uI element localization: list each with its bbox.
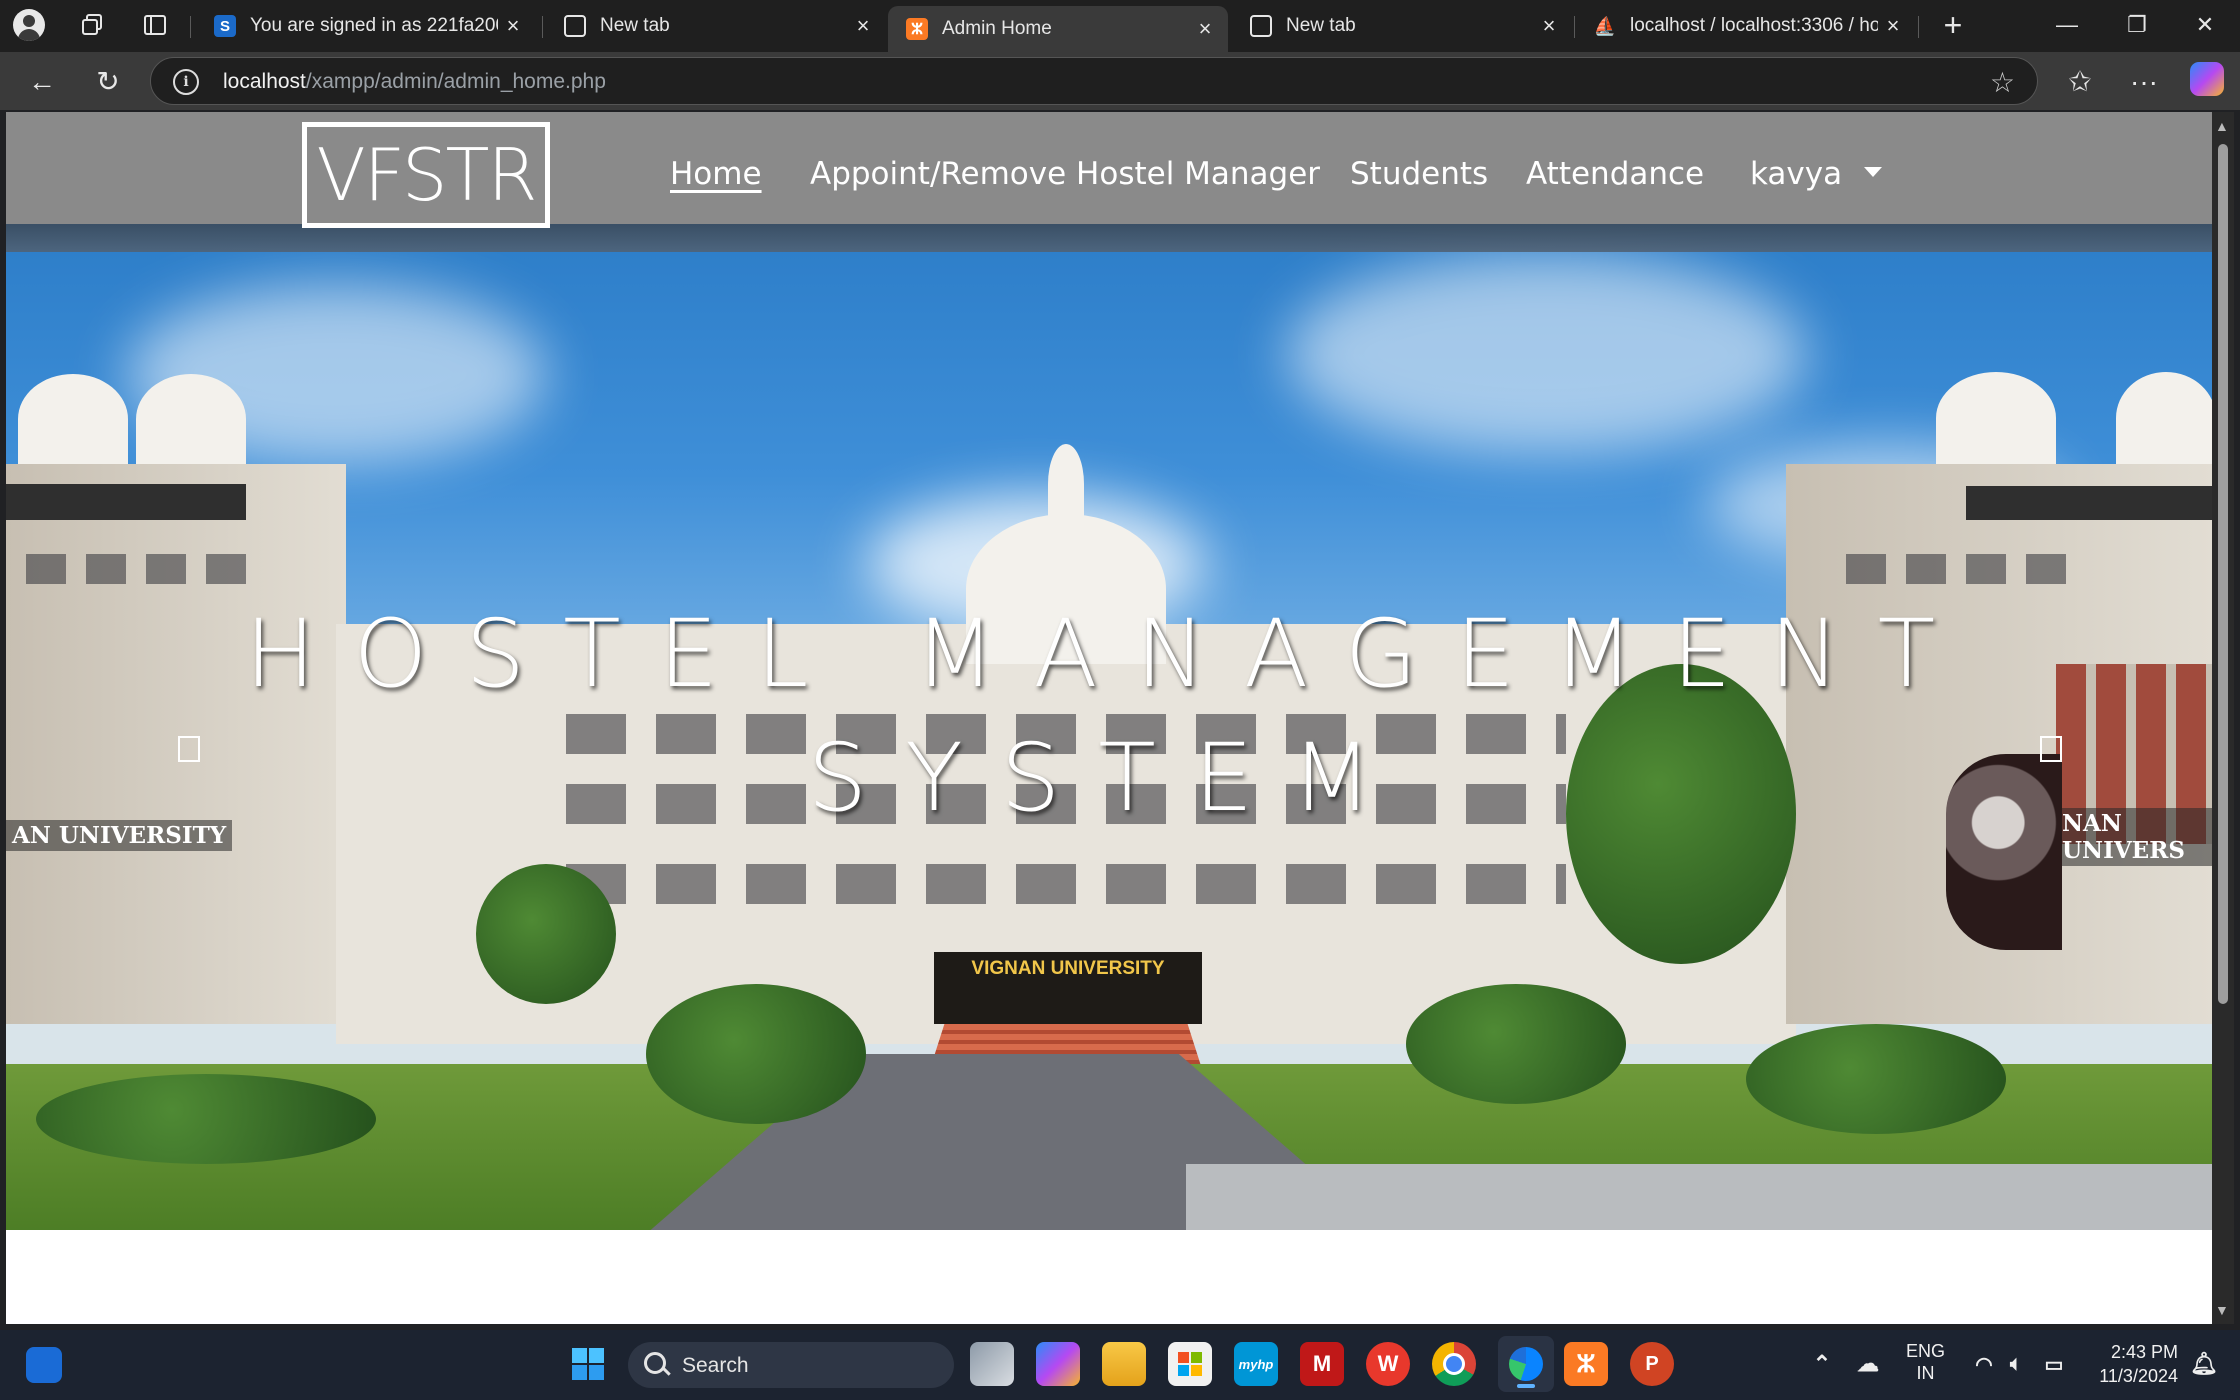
tab-title: Admin Home [942,18,1052,39]
search-icon [644,1352,666,1374]
wps-office-icon[interactable]: W [1366,1342,1410,1386]
tab-title: You are signed in as 221fa20021 [250,15,498,36]
nav-students-link[interactable]: Students [1350,156,1488,192]
myhp-icon[interactable]: myhp [1234,1342,1278,1386]
profile-avatar-icon[interactable] [13,9,45,41]
tab-new-tab-2[interactable]: New tab × [1232,6,1572,46]
clock[interactable]: 2:43 PM 11/3/2024 [2086,1340,2178,1388]
tab-new-tab-1[interactable]: New tab × [546,6,886,46]
site-info-icon[interactable]: i [173,69,199,95]
phpmyadmin-icon: ⛵ [1593,15,1617,36]
favorite-star-icon[interactable]: ☆ [1990,66,2015,99]
new-tab-button[interactable]: + [1934,6,1972,44]
close-tab-icon[interactable]: × [498,13,528,39]
file-explorer-icon[interactable] [1102,1342,1146,1386]
copilot-icon[interactable] [1036,1342,1080,1386]
close-tab-icon[interactable]: × [1190,16,1220,42]
workspaces-icon[interactable] [80,12,106,38]
close-window-icon[interactable]: ✕ [2180,6,2230,44]
page-scrollbar[interactable]: ▲ ▼ [2212,112,2234,1324]
chevron-up-icon[interactable]: ⌃ [1800,1342,1844,1386]
restore-icon[interactable]: ❐ [2112,6,2162,44]
search-label: Search [682,1354,749,1377]
mcafee-icon[interactable]: M [1300,1342,1344,1386]
close-tab-icon[interactable]: × [1878,13,1908,39]
language-indicator[interactable]: ENG IN [1906,1340,1945,1384]
tab-title: localhost / localhost:3306 / host [1630,15,1878,36]
carousel-prev-icon[interactable] [178,736,200,762]
tab-phpmyadmin[interactable]: ⛵ localhost / localhost:3306 / host × [1576,6,1916,46]
nav-attendance-link[interactable]: Attendance [1526,156,1704,192]
language-code: ENG [1906,1341,1946,1361]
windows-taskbar: Search myhp M W ⵣ P ⌃ ☁ ENG IN ◠ 🔈︎ ▭ 2:… [0,1330,2240,1400]
more-menu-icon[interactable]: ··· [2124,62,2164,102]
carousel-next-icon[interactable] [2040,736,2062,762]
taskbar-search[interactable]: Search [628,1342,954,1388]
newtab-icon [564,15,586,37]
powerpoint-icon[interactable]: P [1630,1342,1674,1386]
nav-manager-link[interactable]: Appoint/Remove Hostel Manager [810,156,1320,192]
tab-signed-in[interactable]: S You are signed in as 221fa20021 × [196,6,536,46]
vertical-tabs-icon[interactable] [142,12,168,38]
xampp-icon[interactable]: ⵣ [1564,1342,1608,1386]
entrance-sign: VIGNAN UNIVERSITY [971,958,1165,979]
copilot-icon[interactable] [2190,62,2224,96]
region-code: IN [1916,1363,1935,1383]
user-name: kavya [1750,156,1843,192]
edge-icon[interactable] [1498,1336,1554,1392]
onedrive-icon[interactable]: ☁ [1846,1342,1890,1386]
clock-date: 11/3/2024 [2099,1366,2178,1386]
page-viewport: VIGNAN UNIVERSITY AN UNIVERSITY NAN UNIV… [6,112,2212,1324]
site-logo[interactable]: VFSTR [302,122,550,228]
scrollbar-thumb[interactable] [2218,144,2228,1004]
newtab-icon [1250,15,1272,37]
battery-icon[interactable]: ▭ [2032,1342,2076,1386]
windows-start-icon[interactable] [566,1342,610,1386]
url-text[interactable]: localhost/xampp/admin/admin_home.php [223,70,606,94]
hero-title-line-1: HOSTEL MANAGEMENT [244,600,1974,709]
s-favicon-icon: S [214,15,236,37]
hero-title-line-2: SYSTEM [807,724,1411,833]
task-view-icon[interactable] [970,1342,1014,1386]
tab-title: New tab [1286,15,1356,36]
user-dropdown[interactable]: kavya [1750,156,1883,192]
close-tab-icon[interactable]: × [848,13,878,39]
chrome-icon[interactable] [1432,1342,1476,1386]
xampp-icon: ⵣ [906,18,928,40]
tab-admin-home[interactable]: ⵣ Admin Home × [888,6,1228,52]
browser-toolbar: ← ↻ i localhost/xampp/admin/admin_home.p… [0,52,2240,110]
tab-title: New tab [600,15,670,36]
refresh-icon[interactable]: ↻ [88,62,128,102]
close-tab-icon[interactable]: × [1534,13,1564,39]
favorites-icon[interactable]: ✩ [2060,62,2100,102]
address-bar[interactable]: i localhost/xampp/admin/admin_home.php ☆ [150,57,2038,105]
notification-bell-icon[interactable]: 🔔︎ [2186,1342,2222,1386]
chevron-down-icon [1864,166,1883,177]
nav-home-link[interactable]: Home [670,156,762,192]
widgets-icon[interactable] [26,1347,62,1383]
clock-time: 2:43 PM [2110,1342,2178,1362]
microsoft-store-icon[interactable] [1168,1342,1212,1386]
browser-tab-strip: S You are signed in as 221fa20021 × New … [0,0,2240,52]
back-arrow-icon[interactable]: ← [22,62,62,102]
minimize-icon[interactable]: — [2042,6,2092,44]
